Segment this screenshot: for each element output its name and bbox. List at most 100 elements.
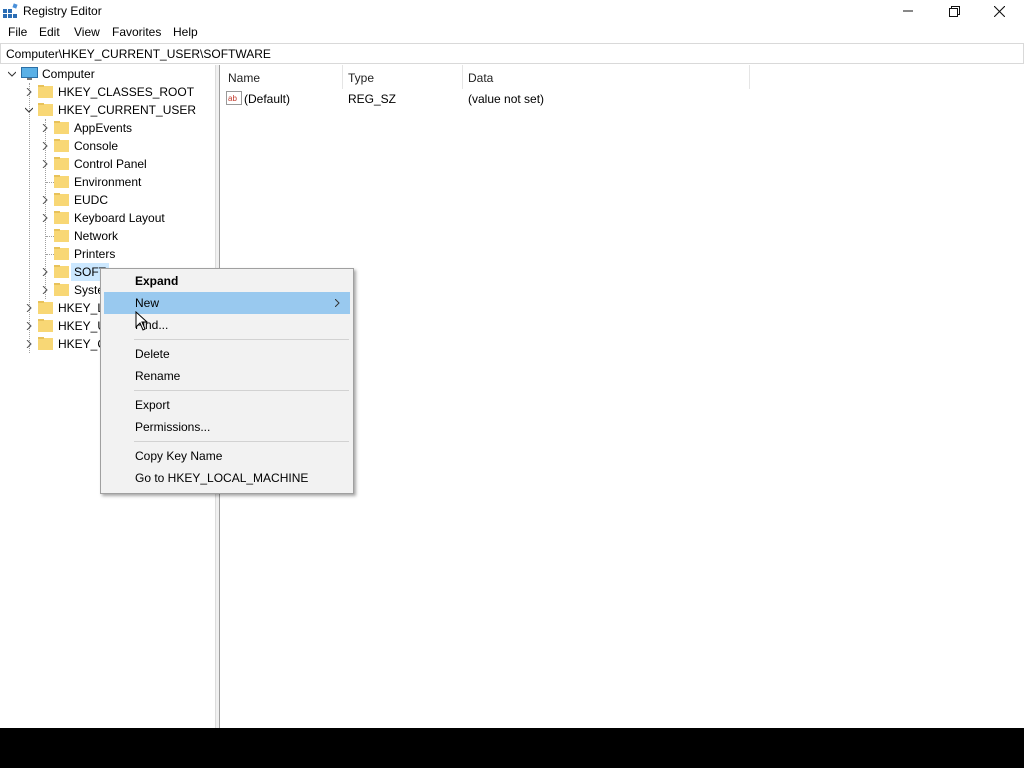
ctx-expand[interactable]: Expand: [104, 270, 350, 292]
computer-icon: [21, 67, 38, 80]
column-header-data[interactable]: Data: [468, 71, 493, 85]
tree-node-keyboard-layout[interactable]: Keyboard Layout: [0, 209, 215, 227]
tree-node-printers[interactable]: Printers: [0, 245, 215, 263]
tree-node-label: AppEvents: [74, 121, 133, 135]
chevron-right-icon[interactable]: [41, 214, 49, 222]
column-header-type[interactable]: Type: [348, 71, 374, 85]
menu-bar: File Edit View Favorites Help: [0, 22, 1024, 42]
column-divider[interactable]: [342, 65, 343, 89]
ctx-item-label: Delete: [135, 347, 170, 361]
svg-text:ab: ab: [228, 94, 237, 103]
folder-icon: [54, 265, 69, 278]
tree-node-label: HKEY_L: [58, 301, 105, 315]
ctx-rename[interactable]: Rename: [104, 365, 350, 387]
ctx-item-label: Rename: [135, 369, 181, 383]
chevron-right-icon[interactable]: [41, 160, 49, 168]
ctx-item-label: Go to HKEY_LOCAL_MACHINE: [135, 471, 309, 485]
folder-icon: [54, 121, 69, 134]
chevron-right-icon[interactable]: [41, 286, 49, 294]
registry-editor-window: Registry Editor File Edit View Favorites…: [0, 0, 1024, 728]
chevron-right-icon[interactable]: [41, 196, 49, 204]
tree-node-label: Printers: [74, 247, 116, 261]
tree-node-computer[interactable]: Computer: [0, 65, 215, 83]
tree-node-control-panel[interactable]: Control Panel: [0, 155, 215, 173]
folder-icon: [38, 85, 53, 98]
tree-node-label: Network: [74, 229, 119, 243]
value-type: REG_SZ: [348, 92, 397, 106]
tree-node-label: Keyboard Layout: [74, 211, 165, 225]
string-value-icon: ab: [226, 91, 242, 105]
tree-node-label: HKEY_CLASSES_ROOT: [58, 85, 195, 99]
tree-node-eudc[interactable]: EUDC: [0, 191, 215, 209]
tree-node-label: HKEY_U: [58, 319, 107, 333]
tree-node-label: EUDC: [74, 193, 109, 207]
column-divider[interactable]: [749, 65, 750, 89]
folder-icon: [54, 193, 69, 206]
folder-icon: [54, 139, 69, 152]
folder-icon: [38, 301, 53, 314]
chevron-down-icon[interactable]: [25, 106, 33, 114]
ctx-item-label: Expand: [135, 274, 179, 288]
ctx-goto-hklm[interactable]: Go to HKEY_LOCAL_MACHINE: [104, 467, 350, 489]
registry-editor-icon: [3, 3, 18, 18]
ctx-export[interactable]: Export: [104, 394, 350, 416]
folder-icon: [54, 247, 69, 260]
menu-separator: [134, 441, 349, 442]
submenu-arrow-icon: [335, 299, 340, 307]
window-title: Registry Editor: [23, 4, 102, 18]
menu-separator: [134, 390, 349, 391]
folder-icon: [38, 103, 53, 116]
address-path: Computer\HKEY_CURRENT_USER\SOFTWARE: [6, 47, 271, 61]
value-data: (value not set): [468, 92, 545, 106]
ctx-item-label: Export: [135, 398, 170, 412]
restore-button[interactable]: [931, 0, 977, 22]
column-header-name[interactable]: Name: [228, 71, 260, 85]
folder-icon: [54, 157, 69, 170]
folder-icon: [38, 319, 53, 332]
menu-separator: [134, 339, 349, 340]
context-menu: Expand New Find... Delete Rename Export …: [100, 268, 354, 494]
folder-icon: [54, 229, 69, 242]
tree-node-label: HKEY_C: [58, 337, 107, 351]
menu-edit[interactable]: Edit: [39, 25, 60, 39]
chevron-right-icon[interactable]: [41, 142, 49, 150]
restore-icon: [948, 5, 960, 17]
ctx-item-label: Copy Key Name: [135, 449, 223, 463]
close-button[interactable]: [976, 0, 1022, 22]
tree-node-console[interactable]: Console: [0, 137, 215, 155]
chevron-right-icon[interactable]: [41, 124, 49, 132]
chevron-right-icon[interactable]: [25, 88, 33, 96]
tree-node-environment[interactable]: Environment: [0, 173, 215, 191]
menu-help[interactable]: Help: [173, 25, 198, 39]
minimize-icon: [903, 10, 913, 12]
chevron-right-icon[interactable]: [25, 322, 33, 330]
menu-view[interactable]: View: [74, 25, 100, 39]
tree-node-label: Control Panel: [74, 157, 147, 171]
folder-icon: [54, 175, 69, 188]
menu-file[interactable]: File: [8, 25, 27, 39]
tree-node-hkey-current-user[interactable]: HKEY_CURRENT_USER: [0, 101, 215, 119]
column-divider[interactable]: [462, 65, 463, 89]
close-icon: [993, 5, 1005, 17]
ctx-item-label: Permissions...: [135, 420, 211, 434]
ctx-copy-key-name[interactable]: Copy Key Name: [104, 445, 350, 467]
folder-icon: [54, 211, 69, 224]
chevron-down-icon[interactable]: [8, 70, 16, 78]
tree-node-label: Computer: [42, 67, 95, 81]
chevron-right-icon[interactable]: [25, 304, 33, 312]
tree-node-label: Environment: [74, 175, 142, 189]
tree-node-appevents[interactable]: AppEvents: [0, 119, 215, 137]
chevron-right-icon[interactable]: [41, 268, 49, 276]
ctx-permissions[interactable]: Permissions...: [104, 416, 350, 438]
folder-icon: [38, 337, 53, 350]
tree-node-label: Console: [74, 139, 119, 153]
folder-icon: [54, 283, 69, 296]
ctx-delete[interactable]: Delete: [104, 343, 350, 365]
value-name: (Default): [244, 92, 291, 106]
tree-node-network[interactable]: Network: [0, 227, 215, 245]
tree-node-hkey-classes-root[interactable]: HKEY_CLASSES_ROOT: [0, 83, 215, 101]
chevron-right-icon[interactable]: [25, 340, 33, 348]
address-bar[interactable]: Computer\HKEY_CURRENT_USER\SOFTWARE: [0, 43, 1024, 64]
menu-favorites[interactable]: Favorites: [112, 25, 161, 39]
minimize-button[interactable]: [885, 0, 931, 22]
